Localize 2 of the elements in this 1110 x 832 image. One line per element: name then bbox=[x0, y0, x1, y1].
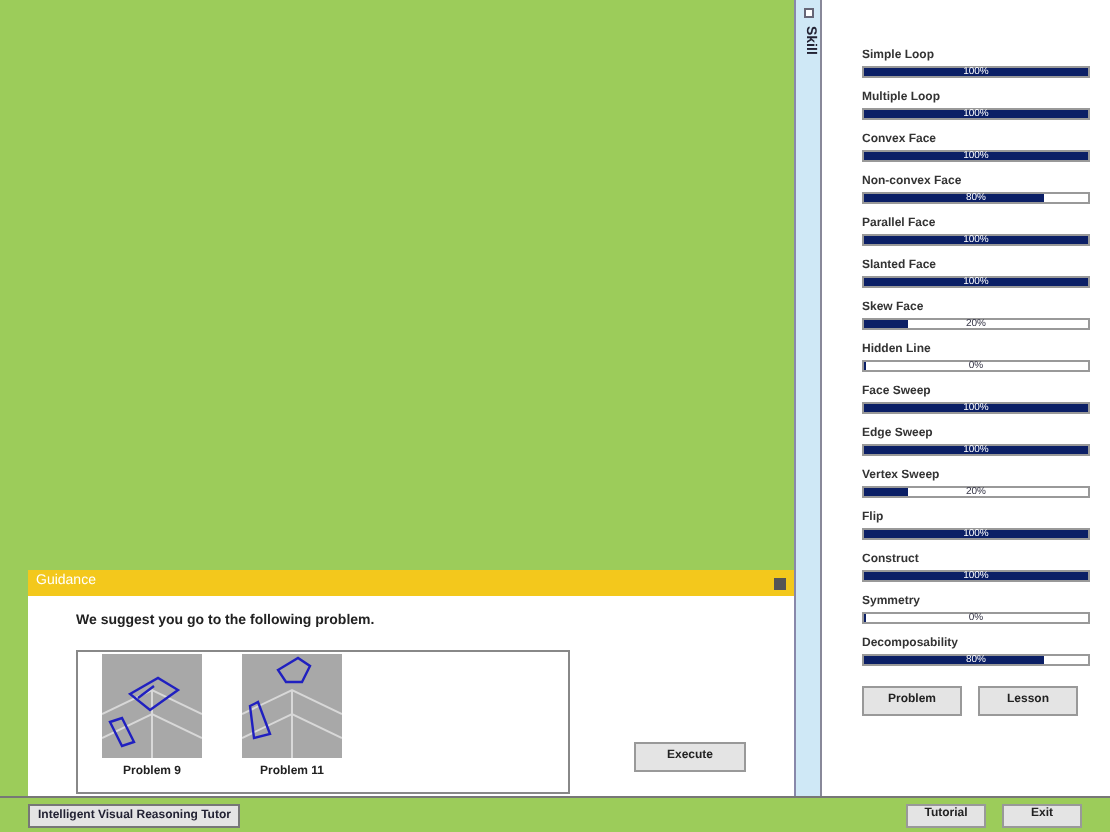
problem-thumbnail-drawing[interactable] bbox=[102, 653, 202, 757]
problem-thumbnail-drawing[interactable] bbox=[242, 653, 342, 757]
